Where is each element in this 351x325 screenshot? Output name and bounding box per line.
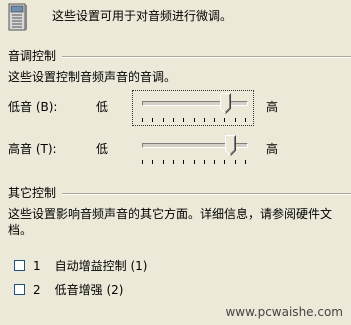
other-group-separator bbox=[62, 193, 351, 195]
treble-slider-tick bbox=[152, 160, 153, 164]
bass-slider-tick bbox=[183, 118, 184, 122]
bass-slider-tick bbox=[152, 118, 153, 122]
bass-slider[interactable] bbox=[132, 90, 254, 126]
other-group-description-line2: 档。 bbox=[8, 223, 33, 237]
treble-slider-tick bbox=[163, 160, 164, 164]
treble-slider-tick bbox=[214, 160, 215, 164]
watermark: www.pcwaishe.com bbox=[225, 305, 343, 319]
bass-slider-tick bbox=[204, 118, 205, 122]
bass-boost-number: 2 bbox=[33, 282, 41, 297]
treble-slider-tick bbox=[142, 160, 143, 164]
treble-slider-ticks bbox=[142, 160, 246, 165]
bass-slider-tick bbox=[245, 118, 246, 122]
treble-slider-tick bbox=[245, 160, 246, 164]
treble-slider[interactable] bbox=[132, 132, 254, 168]
auto-gain-control-checkbox[interactable] bbox=[14, 260, 25, 271]
treble-slider-tick bbox=[173, 160, 174, 164]
auto-gain-control-option[interactable]: 1 自动增益控制 (1) bbox=[14, 257, 147, 274]
auto-gain-control-label[interactable]: 自动增益控制 (1) bbox=[55, 257, 148, 274]
treble-slider-tick bbox=[183, 160, 184, 164]
bass-slider-tick bbox=[214, 118, 215, 122]
header-description: 这些设置可用于对音频进行微调。 bbox=[52, 9, 233, 23]
auto-gain-control-number: 1 bbox=[33, 258, 41, 273]
bass-slider-tick bbox=[194, 118, 195, 122]
tone-group-description: 这些设置控制音频声音的音调。 bbox=[8, 70, 177, 84]
bass-min-label: 低 bbox=[96, 100, 109, 114]
other-group-title: 其它控制 bbox=[8, 186, 57, 200]
bass-slider-tick bbox=[163, 118, 164, 122]
bass-boost-label[interactable]: 低音增强 (2) bbox=[55, 281, 124, 298]
treble-slider-tick bbox=[204, 160, 205, 164]
bass-slider-tick bbox=[142, 118, 143, 122]
bass-max-label: 高 bbox=[266, 100, 279, 114]
treble-min-label: 低 bbox=[96, 142, 109, 156]
bass-slider-ticks bbox=[142, 118, 246, 123]
treble-slider-thumb[interactable] bbox=[225, 135, 236, 157]
other-group-description-line1: 这些设置影响音频声音的其它方面。详细信息，请参阅硬件文 bbox=[8, 207, 333, 221]
treble-max-label: 高 bbox=[266, 142, 279, 156]
bass-label: 低音 (B): bbox=[8, 100, 58, 114]
bass-slider-tick bbox=[173, 118, 174, 122]
bass-boost-option[interactable]: 2 低音增强 (2) bbox=[14, 281, 123, 298]
bass-slider-thumb[interactable] bbox=[220, 93, 231, 115]
speaker-properties-icon bbox=[8, 3, 28, 31]
tone-group-title: 音调控制 bbox=[8, 49, 57, 63]
bass-slider-track bbox=[142, 101, 248, 106]
treble-slider-tick bbox=[194, 160, 195, 164]
bass-boost-checkbox[interactable] bbox=[14, 284, 25, 295]
treble-label: 高音 (T): bbox=[8, 142, 57, 156]
treble-slider-tick bbox=[235, 160, 236, 164]
bass-slider-tick bbox=[224, 118, 225, 122]
tone-group-separator bbox=[62, 56, 351, 58]
treble-slider-tick bbox=[224, 160, 225, 164]
bass-slider-tick bbox=[235, 118, 236, 122]
